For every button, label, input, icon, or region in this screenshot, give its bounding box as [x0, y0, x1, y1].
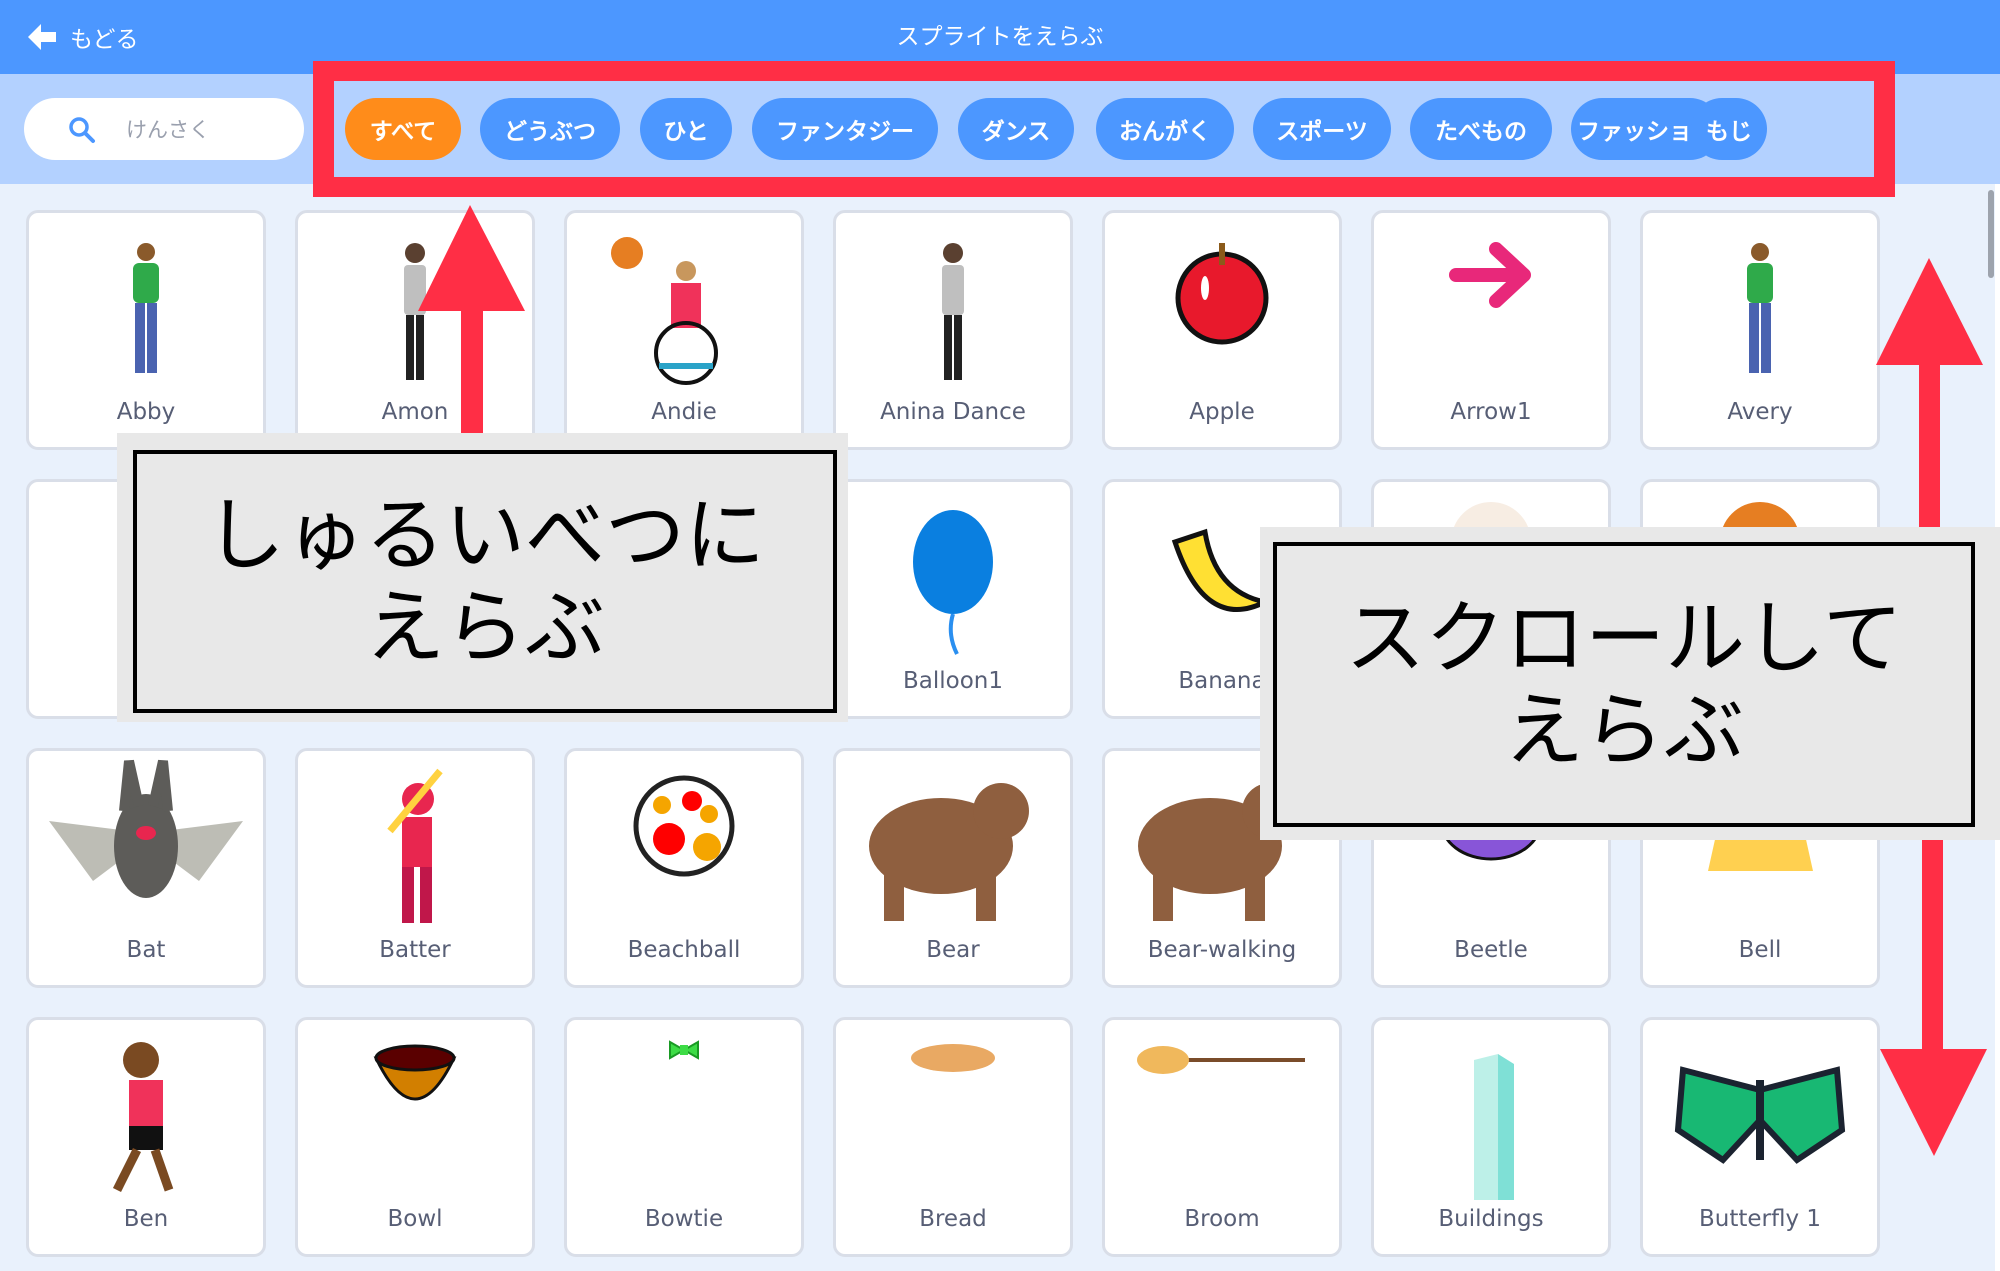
- sprite-label: Bat: [126, 937, 166, 963]
- sprite-label: Anina Dance: [880, 399, 1026, 425]
- building-icon: [1474, 1054, 1514, 1200]
- sprite-label: Bear-walking: [1147, 937, 1297, 963]
- balloon-icon: [913, 510, 993, 655]
- sprite-label: Andie: [651, 399, 717, 425]
- tab-food[interactable]: たべもの: [1410, 98, 1552, 160]
- sprite-label: Bell: [1738, 937, 1782, 963]
- tab-people[interactable]: ひと: [640, 98, 732, 160]
- apple-icon: [1175, 243, 1269, 345]
- sprite-card[interactable]: Amon: [295, 210, 535, 450]
- sprite-label: Buildings: [1438, 1206, 1544, 1232]
- arrow-left-icon: [28, 24, 56, 50]
- sprite-label: Apple: [1189, 399, 1255, 425]
- sprite-card[interactable]: Balloon1: [833, 479, 1073, 719]
- bowl-icon: [373, 1044, 457, 1101]
- tab-fantasy[interactable]: ファンタジー: [752, 98, 938, 160]
- sprite-card[interactable]: Batter: [295, 748, 535, 988]
- sprite-card[interactable]: Bear: [833, 748, 1073, 988]
- sprite-label: Bowl: [387, 1206, 443, 1232]
- category-callout: しゅるいべつに えらぶ: [117, 433, 848, 722]
- sprite-label: Bear: [926, 937, 980, 963]
- category-callout-text: しゅるいべつに えらぶ: [133, 450, 837, 713]
- sprite-card[interactable]: Avery: [1640, 210, 1880, 450]
- sprite-label: Butterfly 1: [1698, 1206, 1822, 1232]
- sprite-card[interactable]: Bat: [26, 748, 266, 988]
- tab-music[interactable]: おんがく: [1096, 98, 1234, 160]
- scroll-callout: スクロールして えらぶ: [1260, 527, 2000, 840]
- sprite-label: Arrow1: [1450, 399, 1532, 425]
- sprite-card[interactable]: Ben: [26, 1017, 266, 1257]
- batter-icon: [387, 768, 443, 923]
- sprite-card[interactable]: Butterfly 1: [1640, 1017, 1880, 1257]
- sprite-label: Balloon1: [902, 668, 1003, 694]
- scrollbar-thumb[interactable]: [1988, 190, 1994, 278]
- bat-icon: [49, 759, 243, 898]
- sprite-label: Broom: [1184, 1206, 1260, 1232]
- wheelchair-basketball-icon: [611, 237, 718, 385]
- search-input[interactable]: [124, 112, 298, 148]
- sprite-card[interactable]: Andie: [564, 210, 804, 450]
- beachball-icon: [633, 775, 735, 877]
- bear-icon: [869, 783, 1029, 921]
- sprite-label: Beetle: [1454, 937, 1528, 963]
- tab-dance[interactable]: ダンス: [958, 98, 1074, 160]
- sprite-card[interactable]: Abby: [26, 210, 266, 450]
- boy-running-icon: [112, 1042, 174, 1193]
- tab-animals[interactable]: どうぶつ: [480, 98, 620, 160]
- sprite-label: Abby: [116, 399, 176, 425]
- sprite-card[interactable]: Bowtie: [564, 1017, 804, 1257]
- girl-figure-icon: [1747, 243, 1773, 373]
- sprite-label: Beachball: [627, 937, 741, 963]
- back-button[interactable]: もどる: [28, 18, 139, 56]
- sprite-label: Avery: [1727, 399, 1793, 425]
- tab-all[interactable]: すべて: [345, 98, 461, 160]
- broom-icon: [1137, 1046, 1305, 1074]
- bowtie-icon: [669, 1040, 699, 1060]
- tab-letters[interactable]: もじ: [1691, 98, 1767, 160]
- back-label: もどる: [70, 27, 139, 53]
- butterfly-icon: [1674, 1066, 1846, 1164]
- dancer-photo-icon: [942, 243, 964, 380]
- sprite-label: Amon: [381, 399, 449, 425]
- sprite-card[interactable]: Apple: [1102, 210, 1342, 450]
- sprite-card[interactable]: Anina Dance: [833, 210, 1073, 450]
- sprite-card[interactable]: Bowl: [295, 1017, 535, 1257]
- sprite-card[interactable]: Beachball: [564, 748, 804, 988]
- sprite-card[interactable]: Arrow1: [1371, 210, 1611, 450]
- dancer-photo-icon: [404, 243, 426, 380]
- sprite-card[interactable]: Broom: [1102, 1017, 1342, 1257]
- sprite-card[interactable]: Buildings: [1371, 1017, 1611, 1257]
- sprite-card[interactable]: Bread: [833, 1017, 1073, 1257]
- search-icon: [69, 117, 95, 143]
- bread-icon: [911, 1044, 995, 1072]
- sprite-label: Batter: [379, 937, 451, 963]
- scroll-callout-text: スクロールして えらぶ: [1273, 542, 1975, 827]
- tab-sports[interactable]: スポーツ: [1253, 98, 1391, 160]
- sprite-label: Bread: [919, 1206, 987, 1232]
- search-field[interactable]: [24, 98, 304, 160]
- sprite-label: Ben: [123, 1206, 169, 1232]
- arrow-right-icon: [1449, 242, 1531, 308]
- sprite-label: Bowtie: [644, 1206, 724, 1232]
- girl-figure-icon: [133, 243, 159, 373]
